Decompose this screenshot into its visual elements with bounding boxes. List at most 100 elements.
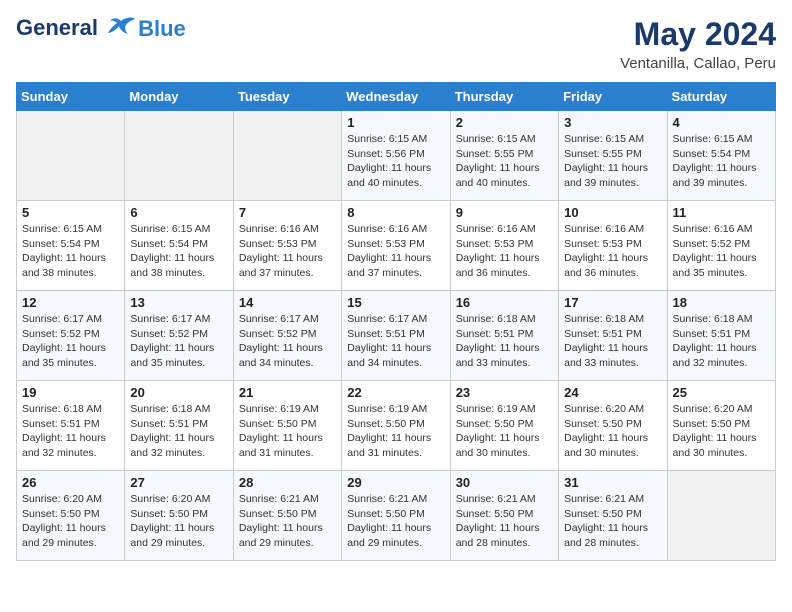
calendar-cell [17, 111, 125, 201]
day-number: 6 [130, 205, 227, 220]
sunset-text: Sunset: 5:50 PM [239, 507, 336, 522]
sunrise-text: Sunrise: 6:15 AM [564, 132, 661, 147]
sunrise-text: Sunrise: 6:17 AM [130, 312, 227, 327]
cell-content: Sunrise: 6:19 AMSunset: 5:50 PMDaylight:… [239, 402, 336, 461]
sunrise-text: Sunrise: 6:19 AM [347, 402, 444, 417]
cell-content: Sunrise: 6:21 AMSunset: 5:50 PMDaylight:… [456, 492, 553, 551]
sunset-text: Sunset: 5:50 PM [564, 417, 661, 432]
calendar-cell: 1Sunrise: 6:15 AMSunset: 5:56 PMDaylight… [342, 111, 450, 201]
month-year: May 2024 [620, 16, 776, 53]
cell-content: Sunrise: 6:16 AMSunset: 5:53 PMDaylight:… [347, 222, 444, 281]
cell-content: Sunrise: 6:19 AMSunset: 5:50 PMDaylight:… [347, 402, 444, 461]
cell-content: Sunrise: 6:15 AMSunset: 5:55 PMDaylight:… [456, 132, 553, 191]
logo-bird-icon [106, 16, 136, 42]
daylight-text: Daylight: 11 hours and 40 minutes. [456, 161, 553, 190]
calendar-cell: 5 Sunrise: 6:15 AMSunset: 5:54 PMDaylight… [17, 201, 125, 291]
day-number: 22 [347, 385, 444, 400]
daylight-text: Daylight: 11 hours and 28 minutes. [456, 521, 553, 550]
calendar-cell: 17Sunrise: 6:18 AMSunset: 5:51 PMDayligh… [559, 291, 667, 381]
calendar-cell [667, 471, 775, 561]
daylight-text: Daylight: 11 hours and 30 minutes. [564, 431, 661, 460]
sunset-text: Sunset: 5:53 PM [564, 237, 661, 252]
cell-content: Sunrise: 6:20 AMSunset: 5:50 PMDaylight:… [564, 402, 661, 461]
day-number: 29 [347, 475, 444, 490]
cell-content: Sunrise: 6:20 AMSunset: 5:50 PMDaylight:… [130, 492, 227, 551]
sunset-text: Sunset: 5:51 PM [456, 327, 553, 342]
weekday-header-wednesday: Wednesday [342, 83, 450, 111]
calendar-cell: 25Sunrise: 6:20 AMSunset: 5:50 PMDayligh… [667, 381, 775, 471]
daylight-text: Daylight: 11 hours and 32 minutes. [22, 431, 119, 460]
daylight-text: Daylight: 11 hours and 40 minutes. [347, 161, 444, 190]
logo: General Blue [16, 16, 186, 42]
calendar-cell: 22 Sunrise: 6:19 AMSunset: 5:50 PMDayligh… [342, 381, 450, 471]
sunrise-text: Sunrise: 6:21 AM [347, 492, 444, 507]
daylight-text: Daylight: 11 hours and 32 minutes. [130, 431, 227, 460]
sunset-text: Sunset: 5:50 PM [22, 507, 119, 522]
day-number: 11 [673, 205, 770, 220]
cell-content: Sunrise: 6:19 AMSunset: 5:50 PMDaylight:… [456, 402, 553, 461]
daylight-text: Daylight: 11 hours and 35 minutes. [673, 251, 770, 280]
day-number: 15 [347, 295, 444, 310]
daylight-text: Daylight: 11 hours and 31 minutes. [239, 431, 336, 460]
calendar-cell: 12Sunrise: 6:17 AMSunset: 5:52 PMDayligh… [17, 291, 125, 381]
calendar-cell: 13Sunrise: 6:17 AMSunset: 5:52 PMDayligh… [125, 291, 233, 381]
daylight-text: Daylight: 11 hours and 36 minutes. [456, 251, 553, 280]
cell-content: Sunrise: 6:18 AMSunset: 5:51 PMDaylight:… [22, 402, 119, 461]
calendar-cell: 2Sunrise: 6:15 AMSunset: 5:55 PMDaylight… [450, 111, 558, 201]
weekday-header-saturday: Saturday [667, 83, 775, 111]
calendar-cell: 23 Sunrise: 6:19 AMSunset: 5:50 PMDayligh… [450, 381, 558, 471]
cell-content: Sunrise: 6:15 AMSunset: 5:55 PMDaylight:… [564, 132, 661, 191]
day-number: 24 [564, 385, 661, 400]
day-number: 31 [564, 475, 661, 490]
day-number: 20 [130, 385, 227, 400]
cell-content: Sunrise: 6:21 AMSunset: 5:50 PMDaylight:… [347, 492, 444, 551]
title-block: May 2024 Ventanilla, Callao, Peru [620, 16, 776, 72]
day-number: 23 [456, 385, 553, 400]
sunrise-text: Sunrise: 6:19 AM [456, 402, 553, 417]
daylight-text: Daylight: 11 hours and 33 minutes. [456, 341, 553, 370]
sunset-text: Sunset: 5:52 PM [130, 327, 227, 342]
calendar-cell: 19Sunrise: 6:18 AMSunset: 5:51 PMDayligh… [17, 381, 125, 471]
day-number: 5 [22, 205, 119, 220]
logo-text: General [16, 16, 136, 42]
daylight-text: Daylight: 11 hours and 38 minutes. [22, 251, 119, 280]
calendar-cell: 9Sunrise: 6:16 AMSunset: 5:53 PMDaylight… [450, 201, 558, 291]
sunrise-text: Sunrise: 6:19 AM [239, 402, 336, 417]
cell-content: Sunrise: 6:15 AMSunset: 5:54 PMDaylight:… [22, 222, 119, 281]
location: Ventanilla, Callao, Peru [620, 55, 776, 72]
calendar-cell: 20Sunrise: 6:18 AMSunset: 5:51 PMDayligh… [125, 381, 233, 471]
sunset-text: Sunset: 5:54 PM [22, 237, 119, 252]
sunset-text: Sunset: 5:51 PM [22, 417, 119, 432]
sunrise-text: Sunrise: 6:16 AM [347, 222, 444, 237]
sunrise-text: Sunrise: 6:20 AM [564, 402, 661, 417]
cell-content: Sunrise: 6:15 AMSunset: 5:56 PMDaylight:… [347, 132, 444, 191]
weekday-header-tuesday: Tuesday [233, 83, 341, 111]
day-number: 7 [239, 205, 336, 220]
sunset-text: Sunset: 5:55 PM [564, 147, 661, 162]
sunset-text: Sunset: 5:52 PM [673, 237, 770, 252]
daylight-text: Daylight: 11 hours and 33 minutes. [564, 341, 661, 370]
daylight-text: Daylight: 11 hours and 35 minutes. [22, 341, 119, 370]
day-number: 9 [456, 205, 553, 220]
day-number: 25 [673, 385, 770, 400]
sunrise-text: Sunrise: 6:15 AM [673, 132, 770, 147]
calendar-cell: 31Sunrise: 6:21 AMSunset: 5:50 PMDayligh… [559, 471, 667, 561]
sunset-text: Sunset: 5:50 PM [347, 417, 444, 432]
sunset-text: Sunset: 5:50 PM [456, 417, 553, 432]
calendar-week-row: 19Sunrise: 6:18 AMSunset: 5:51 PMDayligh… [17, 381, 776, 471]
sunset-text: Sunset: 5:52 PM [22, 327, 119, 342]
cell-content: Sunrise: 6:16 AMSunset: 5:52 PMDaylight:… [673, 222, 770, 281]
sunrise-text: Sunrise: 6:16 AM [673, 222, 770, 237]
sunrise-text: Sunrise: 6:18 AM [564, 312, 661, 327]
sunset-text: Sunset: 5:50 PM [239, 417, 336, 432]
daylight-text: Daylight: 11 hours and 34 minutes. [239, 341, 336, 370]
sunrise-text: Sunrise: 6:17 AM [347, 312, 444, 327]
calendar-cell: 27Sunrise: 6:20 AMSunset: 5:50 PMDayligh… [125, 471, 233, 561]
calendar-week-row: 5 Sunrise: 6:15 AMSunset: 5:54 PMDaylight… [17, 201, 776, 291]
cell-content: Sunrise: 6:18 AMSunset: 5:51 PMDaylight:… [456, 312, 553, 371]
calendar-cell: 29 Sunrise: 6:21 AMSunset: 5:50 PMDayligh… [342, 471, 450, 561]
daylight-text: Daylight: 11 hours and 38 minutes. [130, 251, 227, 280]
day-number: 18 [673, 295, 770, 310]
calendar-cell: 15Sunrise: 6:17 AMSunset: 5:51 PMDayligh… [342, 291, 450, 381]
sunset-text: Sunset: 5:54 PM [673, 147, 770, 162]
